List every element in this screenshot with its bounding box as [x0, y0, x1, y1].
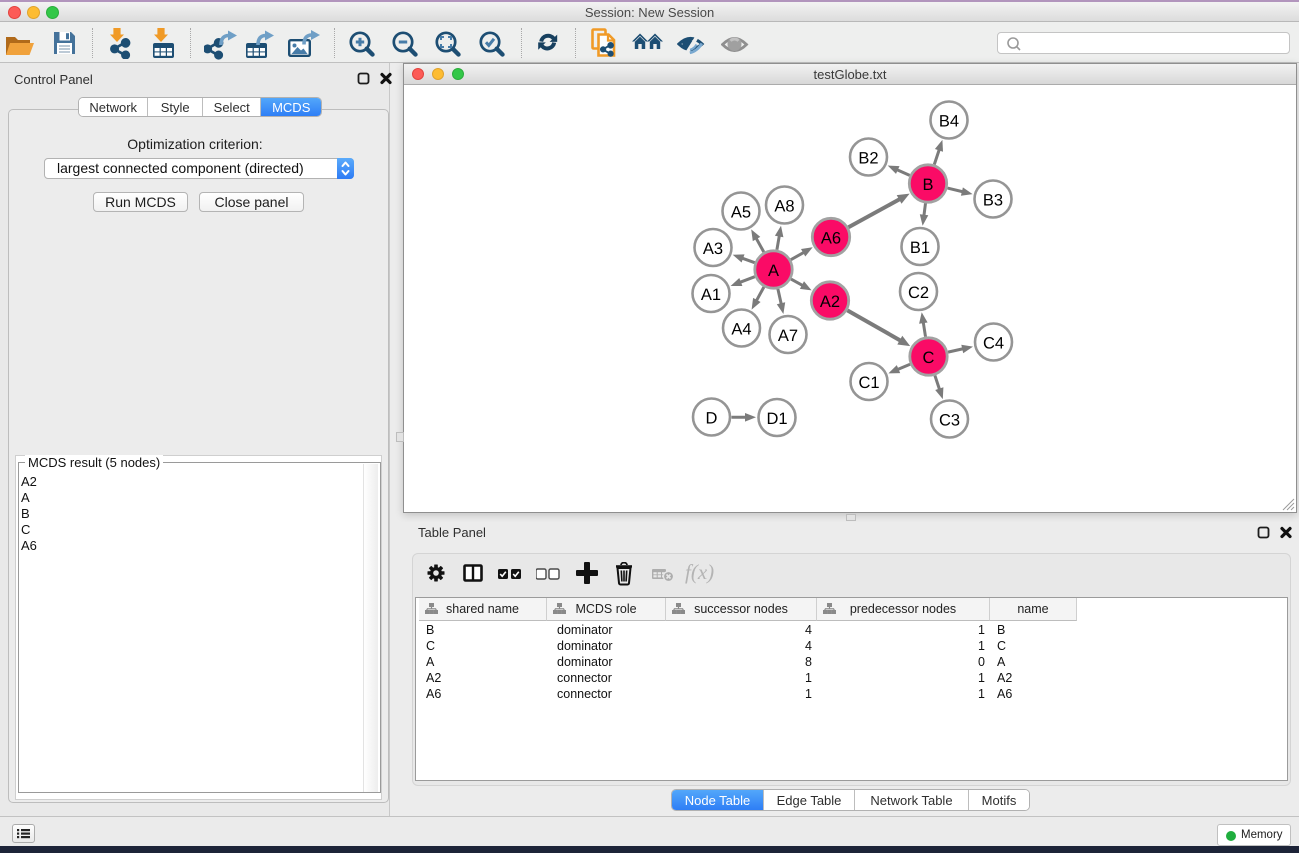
- svg-text:C2: C2: [908, 284, 929, 302]
- svg-text:C3: C3: [939, 412, 960, 430]
- svg-text:C4: C4: [983, 335, 1004, 353]
- svg-text:B4: B4: [939, 113, 959, 131]
- svg-text:A2: A2: [820, 293, 840, 311]
- svg-text:C1: C1: [858, 374, 879, 392]
- svg-text:C: C: [923, 349, 935, 367]
- svg-text:A8: A8: [774, 198, 794, 216]
- svg-text:A3: A3: [703, 240, 723, 258]
- svg-text:B1: B1: [910, 239, 930, 257]
- svg-text:A: A: [768, 262, 779, 280]
- svg-text:A7: A7: [778, 327, 798, 345]
- svg-text:A6: A6: [821, 230, 841, 248]
- svg-text:A4: A4: [731, 321, 751, 339]
- svg-text:A5: A5: [731, 204, 751, 222]
- svg-text:B2: B2: [858, 150, 878, 168]
- svg-text:D: D: [706, 410, 718, 428]
- svg-text:D1: D1: [766, 410, 787, 428]
- svg-text:B: B: [922, 176, 933, 194]
- svg-text:A1: A1: [701, 286, 721, 304]
- svg-text:B3: B3: [983, 192, 1003, 210]
